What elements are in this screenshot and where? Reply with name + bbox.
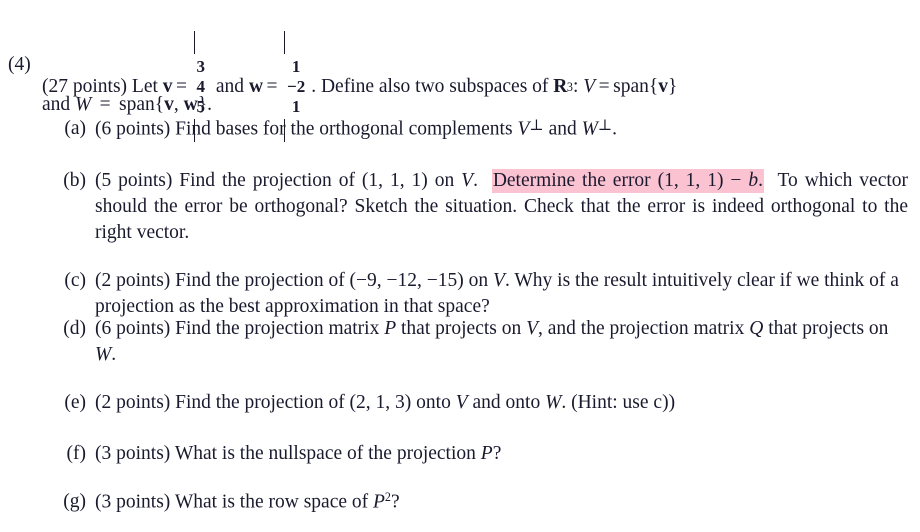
matrix-Q-symbol: Q xyxy=(749,318,764,339)
part-d: (d) (6 points) Find the projection matri… xyxy=(48,316,908,368)
real-field-symbol: R xyxy=(553,75,567,97)
vector-w-entries: 1 −2 1 xyxy=(284,56,308,118)
document-page: (4) (27 points) Let v = 3 4 5 and w = 1 … xyxy=(0,0,920,532)
part-a: (a) (6 points) Find bases for the orthog… xyxy=(48,116,908,143)
subspace-W-symbol: W xyxy=(75,94,92,115)
part-c: (c) (2 points) Find the projection of (−… xyxy=(48,268,908,320)
part-b-body: (5 points) Find the projection of (1, 1,… xyxy=(95,169,909,244)
subspace-V-ref-c: V xyxy=(493,270,505,291)
subspace-V-symbol: V xyxy=(583,75,596,97)
vector-w-entry-1: 1 xyxy=(291,57,301,77)
subspace-W-ref-d: W xyxy=(95,344,112,366)
part-c-points: (2 points) xyxy=(95,270,171,291)
part-a-tag: (a) xyxy=(64,118,86,139)
part-b-points: (5 points) xyxy=(95,170,173,191)
part-d-tag: (d) xyxy=(63,318,86,339)
part-f-tag: (f) xyxy=(66,443,86,464)
highlighted-annotation: Determine the error (1, 1, 1) − b. xyxy=(491,169,764,193)
bracket-left-v xyxy=(193,31,195,54)
part-f: (f) (3 points) What is the nullspace of … xyxy=(48,441,908,467)
part-e-body: (2 points) Find the projection of (2, 1,… xyxy=(95,392,676,413)
stem-after-vectors: . Define also two subspaces of xyxy=(311,75,549,97)
part-f-points: (3 points) xyxy=(95,443,171,464)
subspace-V-ref-d: V xyxy=(526,318,539,339)
matrix-P-squared-symbol: P xyxy=(373,491,385,513)
bracket-left-w xyxy=(284,31,286,54)
stem-continuation-line: and W = span{v, w}. xyxy=(42,94,212,115)
part-g-tag: (g) xyxy=(63,491,86,512)
matrix-P-symbol: P xyxy=(384,318,397,339)
part-g-body: (3 points) What is the row space of P2? xyxy=(95,490,400,513)
part-e-points: (2 points) xyxy=(95,392,171,413)
W-perp-symbol: W xyxy=(581,118,598,140)
subspace-W-ref-e: W xyxy=(545,392,562,413)
span-v-expression: span{v} xyxy=(613,75,678,97)
part-a-body: (6 points) Find bases for the orthogonal… xyxy=(95,117,618,140)
part-g-points: (3 points) xyxy=(95,491,171,513)
equals-sign-w: = xyxy=(266,75,278,97)
part-d-body: (6 points) Find the projection matrix P … xyxy=(95,318,889,366)
part-e-tag: (e) xyxy=(64,392,86,413)
subspace-V-ref-e: V xyxy=(455,392,468,413)
part-a-points: (6 points) xyxy=(95,118,171,140)
subspace-V-ref-b: V xyxy=(461,170,474,191)
conjunction-and: and xyxy=(215,75,245,97)
part-d-points: (6 points) xyxy=(95,318,171,339)
vector-w-symbol: w xyxy=(248,75,264,97)
part-g: (g) (3 points) What is the row space of … xyxy=(48,489,908,515)
part-b-tag: (b) xyxy=(63,170,86,191)
equals-sign-V: = xyxy=(598,75,610,97)
part-c-tag: (c) xyxy=(64,270,86,291)
part-e: (e) (2 points) Find the projection of (2… xyxy=(48,390,908,416)
vector-v-entry-1: 3 xyxy=(196,57,206,77)
vector-w-entry-2: −2 xyxy=(287,77,306,96)
part-f-body: (3 points) What is the nullspace of the … xyxy=(95,443,502,464)
matrix-P-ref-f: P xyxy=(480,443,493,464)
part-c-body: (2 points) Find the projection of (−9, −… xyxy=(95,270,899,318)
problem-number: (4) xyxy=(8,54,31,75)
V-perp-symbol: V xyxy=(517,118,530,140)
part-b: (b) (5 points) Find the projection of (1… xyxy=(48,168,908,246)
vector-w-entry-3: 1 xyxy=(291,96,301,116)
